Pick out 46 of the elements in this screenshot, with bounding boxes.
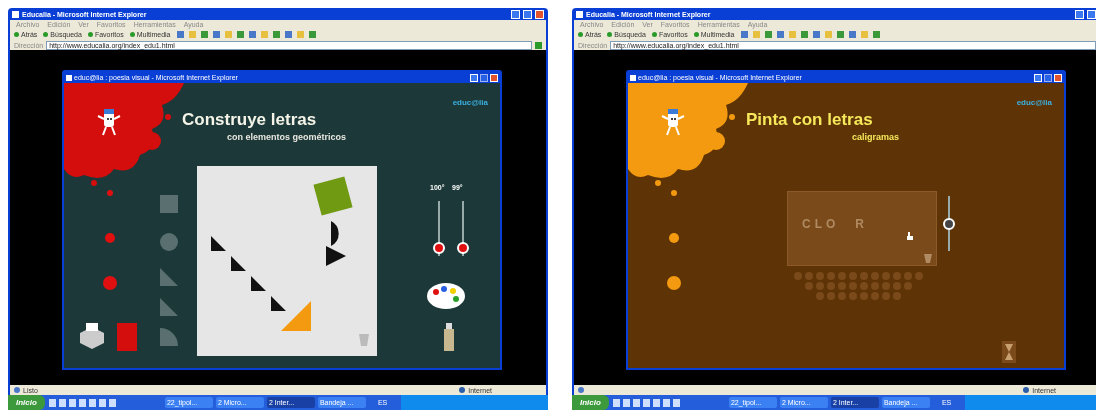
start-button[interactable]: Inicio <box>8 395 45 410</box>
triangle-tool[interactable] <box>160 298 178 316</box>
letter[interactable]: L <box>814 218 822 230</box>
minimize-button[interactable] <box>1075 9 1084 19</box>
logo: educ@lia <box>1016 97 1052 109</box>
app-heading: Pinta con letras <box>746 111 873 128</box>
globe-icon <box>1023 387 1030 393</box>
triangle-tool[interactable] <box>160 268 178 286</box>
app-subheading: con elementos geométricos <box>227 133 347 142</box>
drawing-canvas[interactable]: C L O R <box>787 191 937 266</box>
letter[interactable]: O <box>826 218 836 230</box>
minimize-button[interactable] <box>470 73 478 82</box>
drawing-canvas[interactable] <box>197 166 377 356</box>
globe-icon <box>459 387 466 393</box>
circle-tool[interactable] <box>160 233 178 251</box>
letter[interactable]: C <box>802 218 811 230</box>
page-icon <box>14 387 20 393</box>
page-icon <box>630 74 636 81</box>
hand-cursor-icon <box>906 232 914 240</box>
vertical-slider[interactable] <box>434 201 444 256</box>
close-button[interactable] <box>1054 73 1062 82</box>
logo: educ@lia <box>452 97 488 109</box>
maximize-button[interactable] <box>1087 9 1096 19</box>
app-subheading: caligramas <box>852 133 900 142</box>
letter[interactable]: R <box>855 218 865 230</box>
close-button[interactable] <box>535 9 544 19</box>
maximize-button[interactable] <box>523 9 532 19</box>
palette-icon[interactable] <box>426 281 466 311</box>
go-button[interactable] <box>535 41 542 49</box>
page-icon <box>12 10 19 18</box>
vertical-slider[interactable] <box>458 201 468 256</box>
page-icon <box>578 387 584 393</box>
close-button[interactable] <box>490 73 498 82</box>
maximize-button[interactable] <box>1044 73 1052 82</box>
app-heading: Construye letras <box>182 111 317 128</box>
minimize-button[interactable] <box>511 9 520 19</box>
pencil-mascot-drawing <box>96 107 122 137</box>
start-button[interactable]: Inicio <box>572 395 609 410</box>
page-icon <box>66 74 72 81</box>
page-icon <box>576 10 583 18</box>
maximize-button[interactable] <box>480 73 488 82</box>
pencil-mascot-drawing <box>660 107 686 137</box>
vertical-slider[interactable] <box>944 196 954 251</box>
minimize-button[interactable] <box>1034 73 1042 82</box>
quarter-circle-tool[interactable] <box>160 328 178 346</box>
hourglass-icon[interactable] <box>1002 341 1016 363</box>
